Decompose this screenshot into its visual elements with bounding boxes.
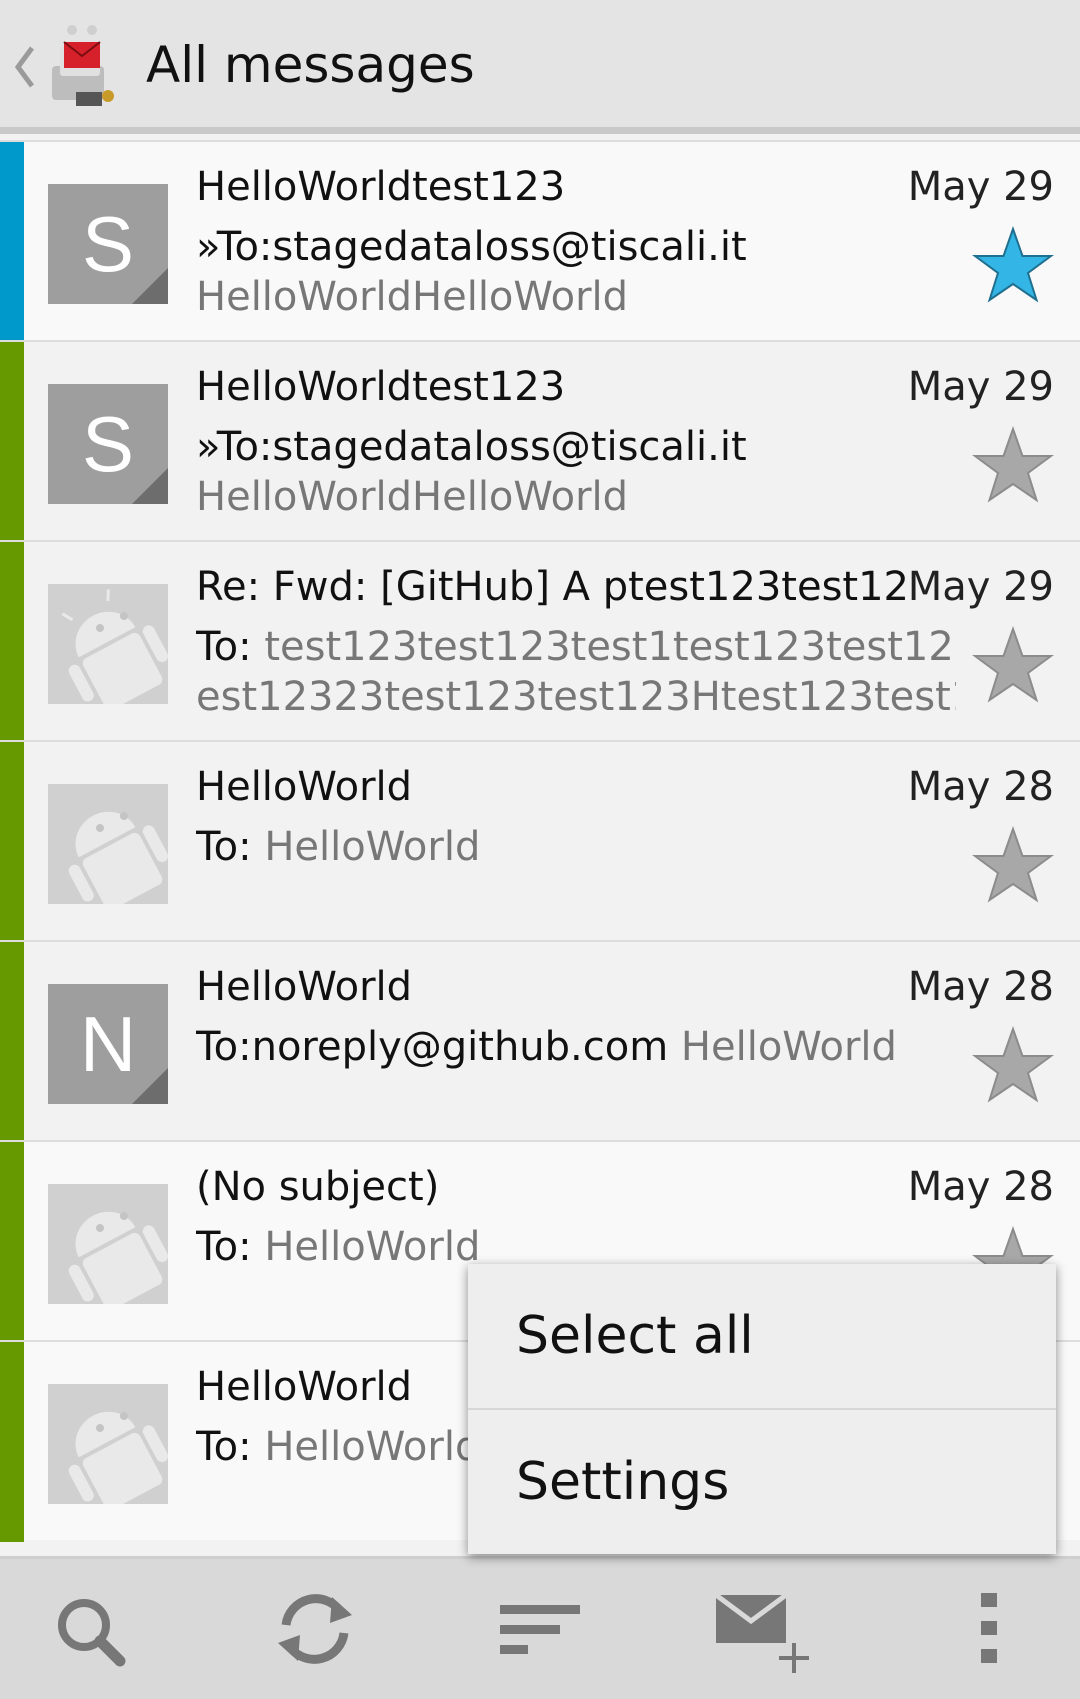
- page-title: All messages: [146, 36, 475, 94]
- avatar-corner: [132, 468, 168, 504]
- message-row[interactable]: Re: Fwd: [GitHub] A ptest123test123t.. M…: [0, 540, 1080, 742]
- recipient-value: HelloWorld: [264, 1424, 481, 1470]
- recipient-label: To:: [196, 1424, 265, 1470]
- message-date: May 29: [907, 164, 1054, 210]
- up-caret-icon[interactable]: [12, 42, 38, 92]
- message-recipient: »To:stagedataloss@tiscali.it: [196, 224, 956, 270]
- avatar[interactable]: [48, 1184, 168, 1304]
- menu-item-settings[interactable]: Settings: [468, 1410, 1056, 1554]
- action-bar: All messages: [0, 0, 1080, 134]
- message-recipient: To:noreply@github.com HelloWorld: [196, 1024, 956, 1070]
- search-icon[interactable]: [36, 1579, 146, 1679]
- avatar[interactable]: S: [48, 384, 168, 504]
- message-recipient: To: test123test123test1test123test123t: [196, 624, 956, 670]
- message-date: May 28: [907, 1164, 1054, 1210]
- recipient-label: »To:stagedataloss@tiscali.it: [196, 224, 747, 270]
- compose-icon[interactable]: [706, 1579, 816, 1679]
- recipient-value: HelloWorld: [680, 1024, 897, 1070]
- read-indicator: [0, 1142, 24, 1342]
- android-placeholder-icon: [48, 784, 168, 904]
- message-date: May 29: [907, 564, 1054, 610]
- recipient-label: »To:stagedataloss@tiscali.it: [196, 424, 747, 470]
- message-subject: (No subject): [196, 1164, 440, 1210]
- message-preview: HelloWorldHelloWorld: [196, 474, 629, 520]
- message-row[interactable]: S HelloWorldtest123 May 29 »To:stagedata…: [0, 340, 1080, 542]
- message-subject: HelloWorldtest123: [196, 364, 566, 410]
- recipient-value: HelloWorld: [264, 1224, 481, 1270]
- recipient-label: To:: [196, 624, 265, 670]
- avatar[interactable]: [48, 584, 168, 704]
- recipient-value: HelloWorld: [264, 824, 481, 870]
- message-subject: Re: Fwd: [GitHub] A ptest123test123t..: [196, 564, 916, 610]
- message-subject: HelloWorldtest123: [196, 164, 566, 210]
- star-icon[interactable]: [972, 226, 1054, 304]
- message-date: May 28: [907, 764, 1054, 810]
- message-preview: HelloWorldHelloWorld: [196, 274, 629, 320]
- star-icon[interactable]: [972, 1026, 1054, 1104]
- bottom-action-bar: [0, 1556, 1080, 1699]
- refresh-icon[interactable]: [260, 1579, 370, 1679]
- android-placeholder-icon: [48, 1184, 168, 1304]
- read-indicator: [0, 542, 24, 742]
- star-icon[interactable]: [972, 426, 1054, 504]
- read-indicator: [0, 342, 24, 542]
- android-placeholder-icon: [48, 584, 168, 704]
- recipient-value: test123test123test1test123test123t: [264, 624, 956, 670]
- message-row[interactable]: HelloWorld May 28 To: HelloWorld: [0, 740, 1080, 942]
- message-row[interactable]: N HelloWorld May 28 To:noreply@github.co…: [0, 940, 1080, 1142]
- message-date: May 29: [907, 364, 1054, 410]
- overflow-icon[interactable]: [934, 1579, 1044, 1679]
- android-placeholder-icon: [48, 1384, 168, 1504]
- sort-icon[interactable]: [484, 1579, 594, 1679]
- avatar[interactable]: S: [48, 184, 168, 304]
- overflow-menu: Select all Settings: [468, 1264, 1056, 1554]
- message-recipient: To: HelloWorld: [196, 824, 956, 870]
- avatar-corner: [132, 1068, 168, 1104]
- message-recipient: »To:stagedataloss@tiscali.it: [196, 424, 956, 470]
- read-indicator: [0, 742, 24, 942]
- star-icon[interactable]: [972, 826, 1054, 904]
- recipient-label: To:: [196, 824, 265, 870]
- avatar[interactable]: [48, 784, 168, 904]
- message-date: May 28: [907, 964, 1054, 1010]
- menu-item-select-all[interactable]: Select all: [468, 1264, 1056, 1408]
- message-subject: HelloWorld: [196, 764, 413, 810]
- unread-indicator: [0, 142, 24, 342]
- message-row[interactable]: S HelloWorldtest123 May 29 »To:stagedata…: [0, 140, 1080, 342]
- message-subject: HelloWorld: [196, 964, 413, 1010]
- avatar-corner: [132, 268, 168, 304]
- app-logo-icon[interactable]: [46, 22, 124, 112]
- avatar[interactable]: N: [48, 984, 168, 1104]
- message-preview: est12323test123test123Htest123test12: [196, 674, 956, 720]
- read-indicator: [0, 1342, 24, 1542]
- read-indicator: [0, 942, 24, 1142]
- star-icon[interactable]: [972, 626, 1054, 704]
- avatar[interactable]: [48, 1384, 168, 1504]
- recipient-label: To:noreply@github.com: [196, 1024, 681, 1070]
- recipient-label: To:: [196, 1224, 265, 1270]
